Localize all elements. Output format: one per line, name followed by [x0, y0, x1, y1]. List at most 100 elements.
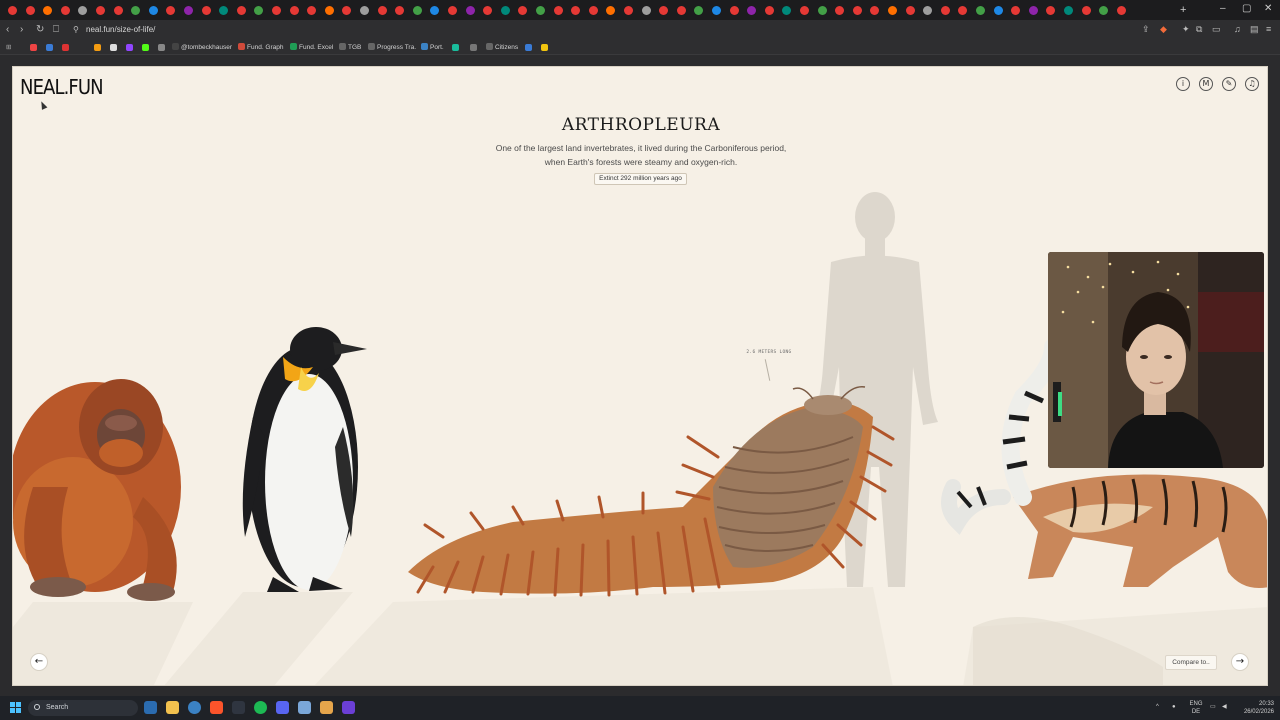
browser-tab-favicon[interactable]: [236, 6, 246, 15]
browser-tab-favicon[interactable]: [905, 6, 915, 15]
sidebar-icon[interactable]: ▤: [1250, 24, 1259, 35]
browser-tab-favicon[interactable]: [272, 6, 281, 15]
browser-tab-favicon[interactable]: [870, 6, 880, 15]
browser-tab-favicon[interactable]: [395, 6, 405, 15]
next-button[interactable]: →: [1231, 653, 1249, 671]
bookmark-favicon[interactable]: [46, 44, 53, 51]
bookmark-favicon[interactable]: [158, 44, 165, 51]
browser-tab-favicon[interactable]: [729, 6, 739, 15]
browser-tab-favicon[interactable]: [888, 6, 897, 15]
browser-tab-favicon[interactable]: [940, 6, 950, 15]
bookmark-favicon[interactable]: [126, 44, 133, 51]
browser-tab-favicon[interactable]: [976, 6, 985, 15]
browser-tab-favicon[interactable]: [1081, 6, 1091, 15]
browser-tab-favicon[interactable]: [307, 6, 317, 15]
bookmark-item[interactable]: TGB: [339, 43, 361, 52]
browser-tab-favicon[interactable]: [958, 6, 968, 15]
browser-tab-favicon[interactable]: [588, 6, 598, 15]
bookmark-item[interactable]: Fund. Graph: [238, 43, 284, 52]
bookmark-favicon[interactable]: [62, 44, 69, 51]
site-logo[interactable]: NEAL.FUN: [20, 75, 104, 99]
site-info-icon[interactable]: ⚲: [73, 24, 79, 36]
browser-tab-favicon[interactable]: [659, 6, 669, 15]
browser-tab-favicon[interactable]: [43, 6, 53, 15]
previous-button[interactable]: ←: [30, 653, 48, 671]
reload-icon[interactable]: ↻: [36, 24, 44, 36]
bookmark-favicon[interactable]: [110, 44, 117, 51]
media-icon[interactable]: ♫: [1234, 24, 1241, 34]
share-icon[interactable]: ⇪: [1142, 24, 1150, 35]
browser-tab-favicon[interactable]: [430, 6, 440, 15]
browser-tab-favicon[interactable]: [377, 6, 387, 15]
browser-tab-favicon[interactable]: [500, 6, 510, 15]
spotify-icon[interactable]: [254, 701, 267, 714]
browser-tab-favicon[interactable]: [78, 6, 88, 15]
compare-button[interactable]: Compare to..: [1165, 655, 1217, 670]
apps-icon[interactable]: ⊞: [6, 43, 11, 52]
browser-tab-favicon[interactable]: [694, 6, 704, 15]
microphone-icon[interactable]: ●: [1172, 703, 1176, 711]
volume-icon[interactable]: ◀: [1222, 703, 1227, 711]
bookmark-icon[interactable]: ⎕: [53, 24, 59, 36]
browser-tab-favicon[interactable]: [483, 6, 493, 15]
extension-icon[interactable]: ✦: [1182, 24, 1190, 35]
browser-tab-favicon[interactable]: [1099, 6, 1109, 15]
network-icon[interactable]: ▭: [1210, 703, 1216, 711]
browser-tab-favicon[interactable]: [148, 6, 158, 15]
browser-tab-favicon[interactable]: [518, 6, 528, 15]
browser-tab-favicon[interactable]: [412, 6, 422, 15]
browser-tab-favicon[interactable]: [800, 6, 809, 15]
language-indicator[interactable]: ENG DE: [1186, 700, 1206, 716]
bookmark-favicon[interactable]: [30, 44, 37, 51]
browser-tab-favicon[interactable]: [289, 6, 299, 15]
close-window-icon[interactable]: ✕: [1264, 4, 1272, 14]
browser-tab-favicon[interactable]: [676, 6, 686, 15]
bookmark-favicon[interactable]: [142, 44, 149, 51]
browser-tab-favicon[interactable]: [923, 6, 933, 15]
browser-tab-favicon[interactable]: [113, 6, 123, 15]
maximize-icon[interactable]: ▢: [1242, 4, 1251, 14]
browser-tab-favicon[interactable]: [60, 6, 70, 15]
browser-tab-favicon[interactable]: [624, 6, 633, 15]
browser-tab-favicon[interactable]: [764, 6, 774, 15]
tray-chevron-icon[interactable]: ^: [1156, 703, 1159, 711]
obs-icon[interactable]: [342, 701, 355, 714]
browser-tab-favicon[interactable]: [219, 6, 229, 15]
browser-tab-favicon[interactable]: [817, 6, 827, 15]
taskbar-app-icon[interactable]: [144, 701, 157, 714]
browser-tab-favicon[interactable]: [448, 6, 457, 15]
bookmark-favicon[interactable]: [470, 44, 477, 51]
bookmark-item[interactable]: Progress Tra.: [368, 43, 416, 52]
taskbar-search[interactable]: Search: [28, 700, 138, 716]
browser-tab-favicon[interactable]: [606, 6, 616, 15]
wallet-icon[interactable]: ▭: [1212, 24, 1221, 35]
brave-shield-icon[interactable]: ◆: [1160, 24, 1167, 35]
browser-tab-favicon[interactable]: [1116, 6, 1126, 15]
steam-icon[interactable]: [232, 701, 245, 714]
browser-tab-favicon[interactable]: [184, 6, 193, 15]
address-bar[interactable]: neal.fun/size-of-life/: [86, 24, 155, 36]
browser-tab-favicon[interactable]: [254, 6, 264, 15]
browser-tab-favicon[interactable]: [96, 6, 105, 15]
browser-tab-favicon[interactable]: [852, 6, 862, 15]
file-explorer-icon[interactable]: [166, 701, 179, 714]
browser-tab-favicon[interactable]: [747, 6, 757, 15]
browser-tab-favicon[interactable]: [342, 6, 352, 15]
browser-tab-favicon[interactable]: [1064, 6, 1073, 15]
taskbar-app-icon[interactable]: [320, 701, 333, 714]
forward-icon[interactable]: ›: [20, 24, 23, 36]
browser-tab-favicon[interactable]: [465, 6, 475, 15]
browser-tab-favicon[interactable]: [782, 6, 792, 15]
browser-tab-favicon[interactable]: [131, 6, 141, 15]
clock[interactable]: 20:33 26/02/2026: [1234, 700, 1274, 716]
bookmark-favicon[interactable]: [541, 44, 548, 51]
pencil-icon[interactable]: ✎: [1222, 77, 1236, 91]
bookmark-item[interactable]: Fund. Excel: [290, 43, 333, 52]
bookmark-item[interactable]: Port.: [421, 43, 444, 52]
browser-tab-favicon[interactable]: [571, 6, 581, 15]
music-icon[interactable]: ♫: [1245, 77, 1259, 91]
back-icon[interactable]: ‹: [6, 24, 9, 36]
bookmark-item[interactable]: Citizens: [486, 43, 518, 52]
browser-tab-favicon[interactable]: [25, 6, 35, 15]
bookmark-item[interactable]: @tombeckhauser: [172, 43, 232, 52]
